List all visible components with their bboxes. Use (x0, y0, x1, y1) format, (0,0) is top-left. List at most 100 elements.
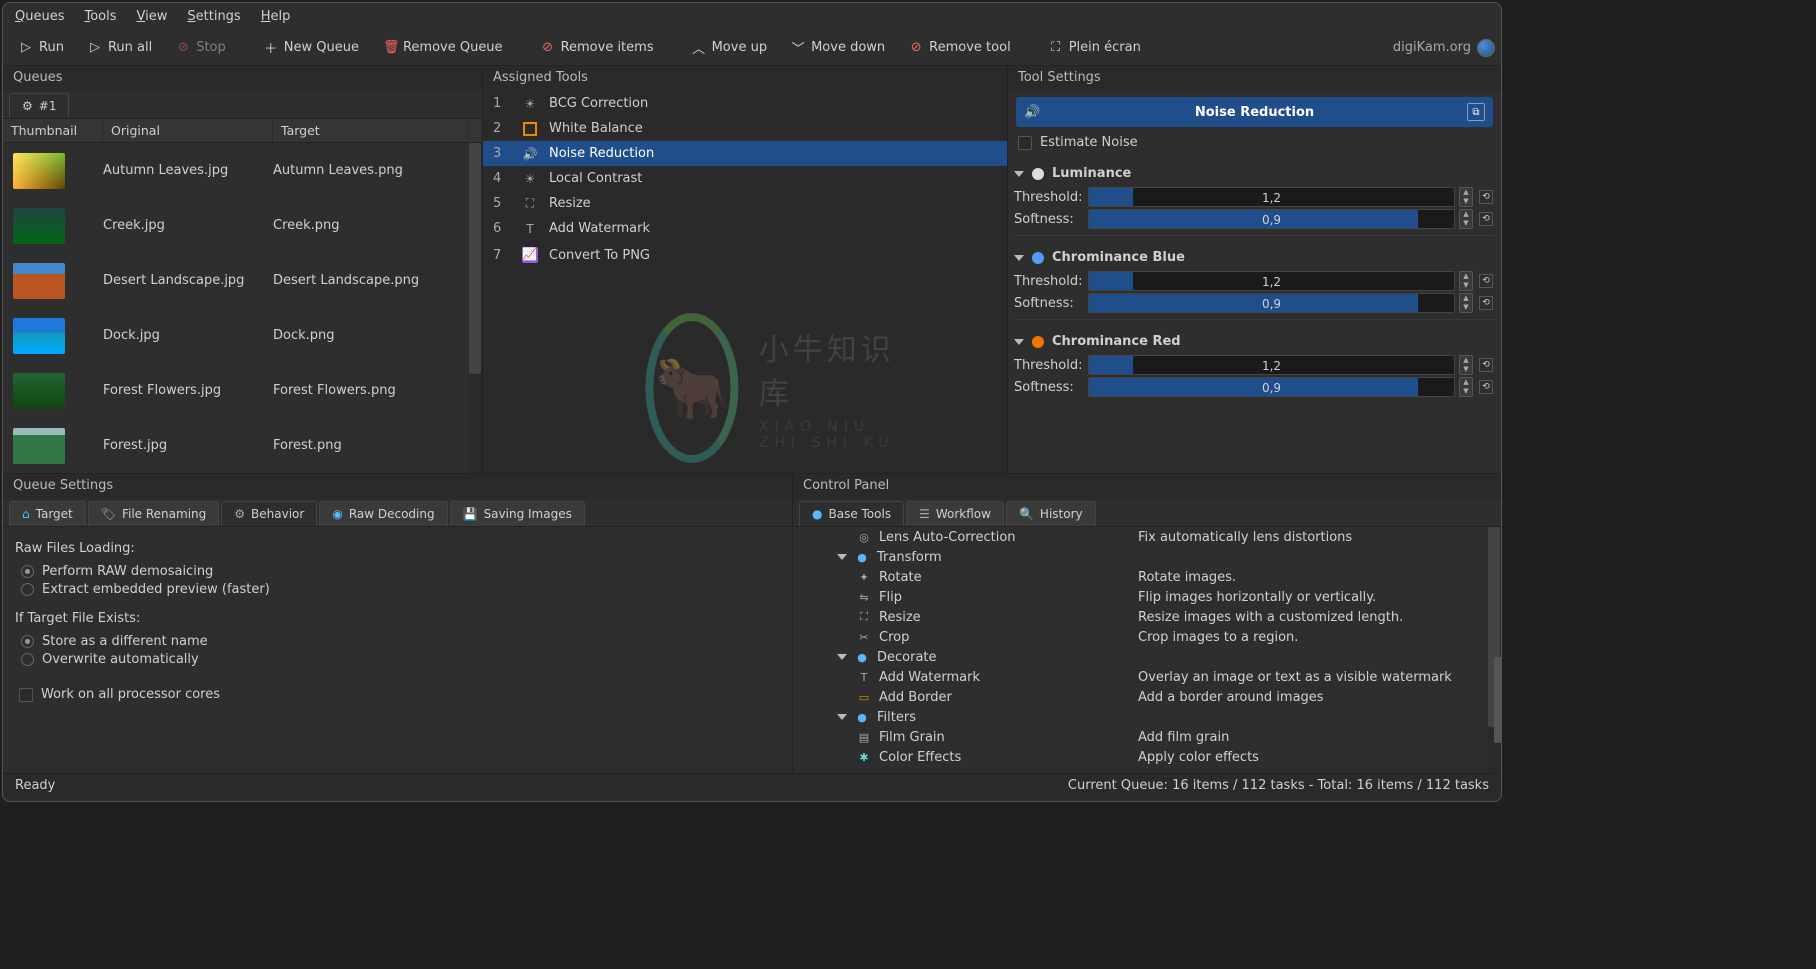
all-cores-checkbox[interactable] (19, 688, 33, 702)
assigned-tool-row[interactable]: 6TAdd Watermark (483, 216, 1007, 241)
reset-button[interactable]: ⟲ (1479, 296, 1493, 310)
queue-row[interactable]: Forest Flowers.jpg Forest Flowers.png (3, 363, 482, 418)
original-filename: Desert Landscape.jpg (103, 273, 273, 288)
qs-tab-saving-images[interactable]: 💾Saving Images (450, 501, 585, 526)
col-original[interactable]: Original (103, 119, 273, 142)
reset-button[interactable]: ⟲ (1479, 358, 1493, 372)
run-button[interactable]: ▷Run (9, 36, 74, 59)
queue-list[interactable]: Autumn Leaves.jpg Autumn Leaves.png Cree… (3, 143, 482, 473)
tree-row[interactable]: ◎ Lens Auto-Correction Fix automatically… (793, 527, 1501, 547)
tool-index: 3 (493, 146, 511, 161)
tree-row[interactable]: ▤ Film Grain Add film grain (793, 727, 1501, 747)
assigned-tools-list[interactable]: 1☀BCG Correction2White Balance3🔊Noise Re… (483, 91, 1007, 473)
qs-tab-behavior[interactable]: ⚙Behavior (221, 501, 317, 526)
spinbox[interactable]: ▲▼ (1459, 187, 1473, 207)
qs-tab-target[interactable]: ⌂Target (9, 501, 86, 526)
original-filename: Creek.jpg (103, 218, 273, 233)
tree-row[interactable]: ● Filters (793, 707, 1501, 727)
assigned-tool-row[interactable]: 3🔊Noise Reduction (483, 141, 1007, 166)
move-up-button[interactable]: ︿Move up (682, 34, 778, 61)
new-queue-button[interactable]: ＋New Queue (254, 34, 369, 61)
queue-settings-panel: Queue Settings ⌂Target🏷File Renaming⚙Beh… (3, 474, 793, 773)
brand-link[interactable]: digiKam.org (1393, 39, 1495, 57)
queue-row[interactable]: Creek.jpg Creek.png (3, 198, 482, 253)
tree-row[interactable]: ✂ Crop Crop images to a region. (793, 627, 1501, 647)
remove-queue-button[interactable]: 🗑Remove Queue (373, 36, 513, 59)
settings-group-header[interactable]: Luminance (1014, 162, 1495, 185)
tree-row[interactable]: ⇋ Flip Flip images horizontally or verti… (793, 587, 1501, 607)
assigned-tool-row[interactable]: 5⛶Resize (483, 191, 1007, 216)
slider[interactable]: 0,9 (1088, 209, 1455, 229)
spinbox[interactable]: ▲▼ (1459, 209, 1473, 229)
queue-row[interactable]: Dock.jpg Dock.png (3, 308, 482, 363)
spinbox[interactable]: ▲▼ (1459, 271, 1473, 291)
fullscreen-button[interactable]: ⛶Plein écran (1039, 36, 1151, 59)
slider[interactable]: 1,2 (1088, 271, 1455, 291)
tree-row[interactable]: ▭ Add Border Add a border around images (793, 687, 1501, 707)
reset-button[interactable]: ⟲ (1479, 212, 1493, 226)
col-target[interactable]: Target (273, 119, 468, 142)
tool-name: Color Effects (879, 750, 961, 765)
caret-down-icon (1014, 171, 1024, 177)
radio-embedded-preview[interactable] (21, 583, 34, 596)
cp-tab-history[interactable]: 🔍History (1006, 501, 1096, 526)
tree-row[interactable]: ⛶ Resize Resize images with a customized… (793, 607, 1501, 627)
queue-scrollbar[interactable] (468, 143, 482, 473)
queue-row[interactable]: Desert Landscape.jpg Desert Landscape.pn… (3, 253, 482, 308)
tree-row[interactable]: ✦ Rotate Rotate images. (793, 567, 1501, 587)
assigned-tool-row[interactable]: 2White Balance (483, 116, 1007, 141)
tool-name: Convert To PNG (549, 248, 650, 263)
qs-tab-file-renaming[interactable]: 🏷File Renaming (88, 501, 220, 526)
slider[interactable]: 1,2 (1088, 355, 1455, 375)
tree-row[interactable]: ✱ Color Effects Apply color effects (793, 747, 1501, 767)
assigned-tool-row[interactable]: 4☀Local Contrast (483, 166, 1007, 191)
col-thumbnail[interactable]: Thumbnail (3, 119, 103, 142)
estimate-noise-checkbox[interactable] (1018, 136, 1032, 150)
reset-button[interactable]: ⟲ (1479, 274, 1493, 288)
radio-demosaic[interactable] (21, 565, 34, 578)
assigned-tool-row[interactable]: 1☀BCG Correction (483, 91, 1007, 116)
tree-row[interactable]: ● Decorate (793, 647, 1501, 667)
queue-row[interactable]: Forest.jpg Forest.png (3, 418, 482, 473)
menu-queues[interactable]: Queues (15, 9, 64, 24)
menu-help[interactable]: Help (261, 9, 291, 24)
reset-button[interactable]: ⟲ (1479, 380, 1493, 394)
settings-group-header[interactable]: Chrominance Blue (1014, 246, 1495, 269)
move-down-button[interactable]: ﹀Move down (781, 34, 895, 61)
menu-settings[interactable]: Settings (187, 9, 240, 24)
menu-view[interactable]: View (137, 9, 168, 24)
spinbox[interactable]: ▲▼ (1459, 355, 1473, 375)
slider[interactable]: 0,9 (1088, 293, 1455, 313)
tree-row[interactable]: ● Transform (793, 547, 1501, 567)
radio-overwrite[interactable] (21, 653, 34, 666)
slider-label: Threshold: (1014, 358, 1084, 373)
assigned-tool-row[interactable]: 7📈Convert To PNG (483, 241, 1007, 269)
remove-items-button[interactable]: ⊘Remove items (531, 36, 664, 59)
qs-tab-raw-decoding[interactable]: ◉Raw Decoding (319, 501, 447, 526)
detach-button[interactable]: ⧉ (1467, 103, 1485, 121)
queue-row[interactable]: Autumn Leaves.jpg Autumn Leaves.png (3, 143, 482, 198)
settings-group-header[interactable]: Chrominance Red (1014, 330, 1495, 353)
spinbox[interactable]: ▲▼ (1459, 293, 1473, 313)
base-tools-tree[interactable]: ◎ Lens Auto-Correction Fix automatically… (793, 527, 1501, 773)
caret-down-icon (837, 554, 847, 560)
tree-row[interactable]: T Add Watermark Overlay an image or text… (793, 667, 1501, 687)
stop-button[interactable]: ⊘Stop (166, 36, 236, 59)
slider[interactable]: 1,2 (1088, 187, 1455, 207)
tool-name: BCG Correction (549, 96, 648, 111)
remove-tool-button[interactable]: ⊘Remove tool (899, 36, 1021, 59)
radio-store-different[interactable] (21, 635, 34, 648)
cp-tab-base-tools[interactable]: ●Base Tools (799, 501, 904, 526)
thumbnail (13, 208, 65, 244)
run-all-button[interactable]: ▷Run all (78, 36, 162, 59)
queue-tab-1[interactable]: ⚙#1 (9, 93, 69, 118)
menu-tools[interactable]: Tools (84, 9, 116, 24)
spinbox[interactable]: ▲▼ (1459, 377, 1473, 397)
cp-tab-workflow[interactable]: ☰Workflow (906, 501, 1004, 526)
slider[interactable]: 0,9 (1088, 377, 1455, 397)
tool-icon: ▭ (857, 690, 871, 704)
control-panel-scrollbar[interactable] (1487, 527, 1501, 773)
tool-name: Lens Auto-Correction (879, 530, 1016, 545)
reset-button[interactable]: ⟲ (1479, 190, 1493, 204)
tool-name: Noise Reduction (549, 146, 654, 161)
